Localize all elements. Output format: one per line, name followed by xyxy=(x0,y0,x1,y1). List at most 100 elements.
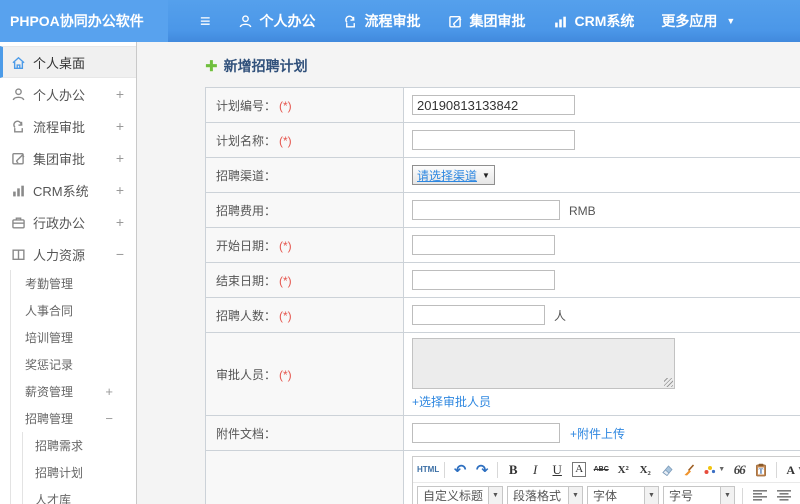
user-icon xyxy=(11,87,26,102)
start-date-input[interactable] xyxy=(412,235,555,255)
sidebar-item-workflow-approval[interactable]: 流程审批 + xyxy=(0,110,136,142)
plan-number-input[interactable] xyxy=(412,95,575,115)
dropdown-value: 字号 xyxy=(669,489,694,503)
field-label: 招聘人数： xyxy=(216,308,277,323)
expand-icon[interactable]: + xyxy=(116,215,124,229)
color-effects-button[interactable]: ▼ xyxy=(701,460,727,480)
expand-icon[interactable]: + xyxy=(116,119,124,133)
dropdown-value: 段落格式 xyxy=(513,489,562,503)
toolbar-separator xyxy=(497,461,499,478)
nav-item-personal-office[interactable]: 个人办公 xyxy=(238,11,316,31)
sidebar-item-rewards[interactable]: 奖惩记录 xyxy=(11,351,136,378)
select-approvers-link[interactable]: +选择审批人员 xyxy=(412,393,491,410)
nav-item-group-approval[interactable]: 集团审批 xyxy=(448,11,526,31)
bold-button[interactable]: B xyxy=(503,460,523,480)
editor-toolbar-row1: HTML ↶ ↷ B I U A ABC X² X₂ ▼ 66 T A xyxy=(413,457,800,483)
sidebar-item-admin-office[interactable]: 行政办公 + xyxy=(0,206,136,238)
field-label: 计划名称： xyxy=(216,133,277,148)
sidebar-item-label: 人力资源 xyxy=(33,247,86,263)
expand-icon[interactable]: + xyxy=(116,183,124,197)
sidebar-item-group-approval[interactable]: 集团审批 + xyxy=(0,142,136,174)
html-source-button[interactable]: HTML xyxy=(417,460,439,480)
eraser-icon xyxy=(662,464,673,476)
redo-button[interactable]: ↷ xyxy=(472,460,492,480)
expand-icon[interactable]: + xyxy=(116,151,124,165)
boxed-a-icon: A xyxy=(572,461,587,478)
nav-item-crm[interactable]: CRM系统 xyxy=(553,11,634,31)
nav-item-more-apps[interactable]: 更多应用 ▼ xyxy=(661,11,735,31)
briefcase-icon xyxy=(11,215,26,230)
sidebar: 个人桌面 个人办公 + 流程审批 + 集团审批 + CRM系统 + 行政办公 +… xyxy=(0,42,137,504)
dropdown-value: 自定义标题 xyxy=(423,489,484,503)
channel-select-value: 请选择渠道 xyxy=(417,168,478,183)
main-content: ✚ 新增招聘计划 计划编号：(*) 计划名称：(*) 招聘渠道： 请选择渠道 xyxy=(137,42,800,504)
caret-down-icon: ▼ xyxy=(644,487,659,504)
sidebar-item-crm[interactable]: CRM系统 + xyxy=(0,174,136,206)
form-row-plan-name: 计划名称： (*) xyxy=(205,122,800,158)
channel-select[interactable]: 请选择渠道 ▼ xyxy=(412,165,495,185)
underline-button[interactable]: U xyxy=(547,460,567,480)
upload-attachment-link[interactable]: +附件上传 xyxy=(570,427,625,441)
collapse-icon[interactable]: − xyxy=(116,247,124,261)
sidebar-item-training[interactable]: 培训管理 xyxy=(11,324,136,351)
paragraph-format-dropdown[interactable]: 段落格式 ▼ xyxy=(507,486,584,504)
hamburger-menu-icon[interactable]: ≡ xyxy=(200,12,211,30)
brush-icon xyxy=(684,463,695,475)
sidebar-item-label: 流程审批 xyxy=(33,119,86,135)
italic-button[interactable]: I xyxy=(525,460,545,480)
sidebar-item-recruit-demand[interactable]: 招聘需求 xyxy=(23,432,136,459)
font-family-dropdown[interactable]: 字体 ▼ xyxy=(587,486,660,504)
top-bar: PHPOA协同办公软件 ≡ 个人办公 流程审批 集团审批 CRM系统 更多应用 … xyxy=(0,0,800,42)
blockquote-button[interactable]: 66 xyxy=(729,460,749,480)
sidebar-item-personal-office[interactable]: 个人办公 + xyxy=(0,78,136,110)
headcount-input[interactable] xyxy=(412,305,545,325)
collapse-icon[interactable]: − xyxy=(105,412,113,425)
sidebar-item-talent-pool[interactable]: 人才库 xyxy=(23,486,136,504)
format-brush-button[interactable] xyxy=(679,460,699,480)
editor-toolbar-row2: 自定义标题 ▼ 段落格式 ▼ 字体 ▼ 字号 ▼ xyxy=(413,483,800,504)
expand-icon[interactable]: + xyxy=(116,87,124,101)
sidebar-item-salary[interactable]: 薪资管理 + xyxy=(11,378,136,405)
edit-icon xyxy=(448,14,463,29)
strikethrough-button[interactable]: ABC xyxy=(591,460,611,480)
plan-name-input[interactable] xyxy=(412,130,575,150)
align-left-button[interactable] xyxy=(750,486,770,504)
superscript-button[interactable]: X² xyxy=(613,460,633,480)
font-size-dropdown[interactable]: 字号 ▼ xyxy=(663,486,736,504)
approvers-textarea[interactable] xyxy=(412,338,675,389)
sidebar-item-personal-desktop[interactable]: 个人桌面 xyxy=(0,46,136,78)
sidebar-item-hr-contract[interactable]: 人事合同 xyxy=(11,297,136,324)
paste-as-text-button[interactable]: T xyxy=(751,460,771,480)
subscript-button[interactable]: X₂ xyxy=(635,460,655,480)
nav-item-workflow-approval[interactable]: 流程审批 xyxy=(343,11,421,31)
font-color-button[interactable]: A ▼ xyxy=(782,460,800,480)
form-row-start-date: 开始日期： (*) xyxy=(205,227,800,263)
end-date-input[interactable] xyxy=(412,270,555,290)
font-style-button[interactable]: A xyxy=(569,460,589,480)
sidebar-item-label: 集团审批 xyxy=(33,151,86,167)
sidebar-item-label: 行政办公 xyxy=(33,215,86,231)
form-row-editor: HTML ↶ ↷ B I U A ABC X² X₂ ▼ 66 T A 自定义标… xyxy=(205,450,800,504)
required-marker: (*) xyxy=(279,308,292,323)
sidebar-item-label: 招聘需求 xyxy=(35,439,84,453)
flow-icon xyxy=(11,119,26,134)
sidebar-item-recruit-plan[interactable]: 招聘计划 xyxy=(23,459,136,486)
sidebar-item-label: 人事合同 xyxy=(25,304,74,318)
expand-icon[interactable]: + xyxy=(105,385,113,398)
font-color-a-icon: A xyxy=(786,462,796,477)
undo-button[interactable]: ↶ xyxy=(450,460,470,480)
sidebar-item-attendance[interactable]: 考勤管理 xyxy=(11,270,136,297)
sidebar-item-recruit-mgmt[interactable]: 招聘管理 − xyxy=(11,405,136,432)
custom-title-dropdown[interactable]: 自定义标题 ▼ xyxy=(417,486,504,504)
cost-input[interactable] xyxy=(412,200,560,220)
align-center-button[interactable] xyxy=(774,486,794,504)
plus-icon: ✚ xyxy=(205,57,218,75)
toolbar-separator xyxy=(444,461,446,478)
required-marker: (*) xyxy=(279,273,292,288)
eraser-button[interactable] xyxy=(657,460,677,480)
sidebar-item-hr[interactable]: 人力资源 − xyxy=(0,238,136,270)
attachment-input[interactable] xyxy=(412,423,560,443)
field-label: 招聘渠道： xyxy=(216,168,277,183)
resize-grip-icon[interactable] xyxy=(664,378,673,387)
align-left-icon xyxy=(753,490,768,501)
